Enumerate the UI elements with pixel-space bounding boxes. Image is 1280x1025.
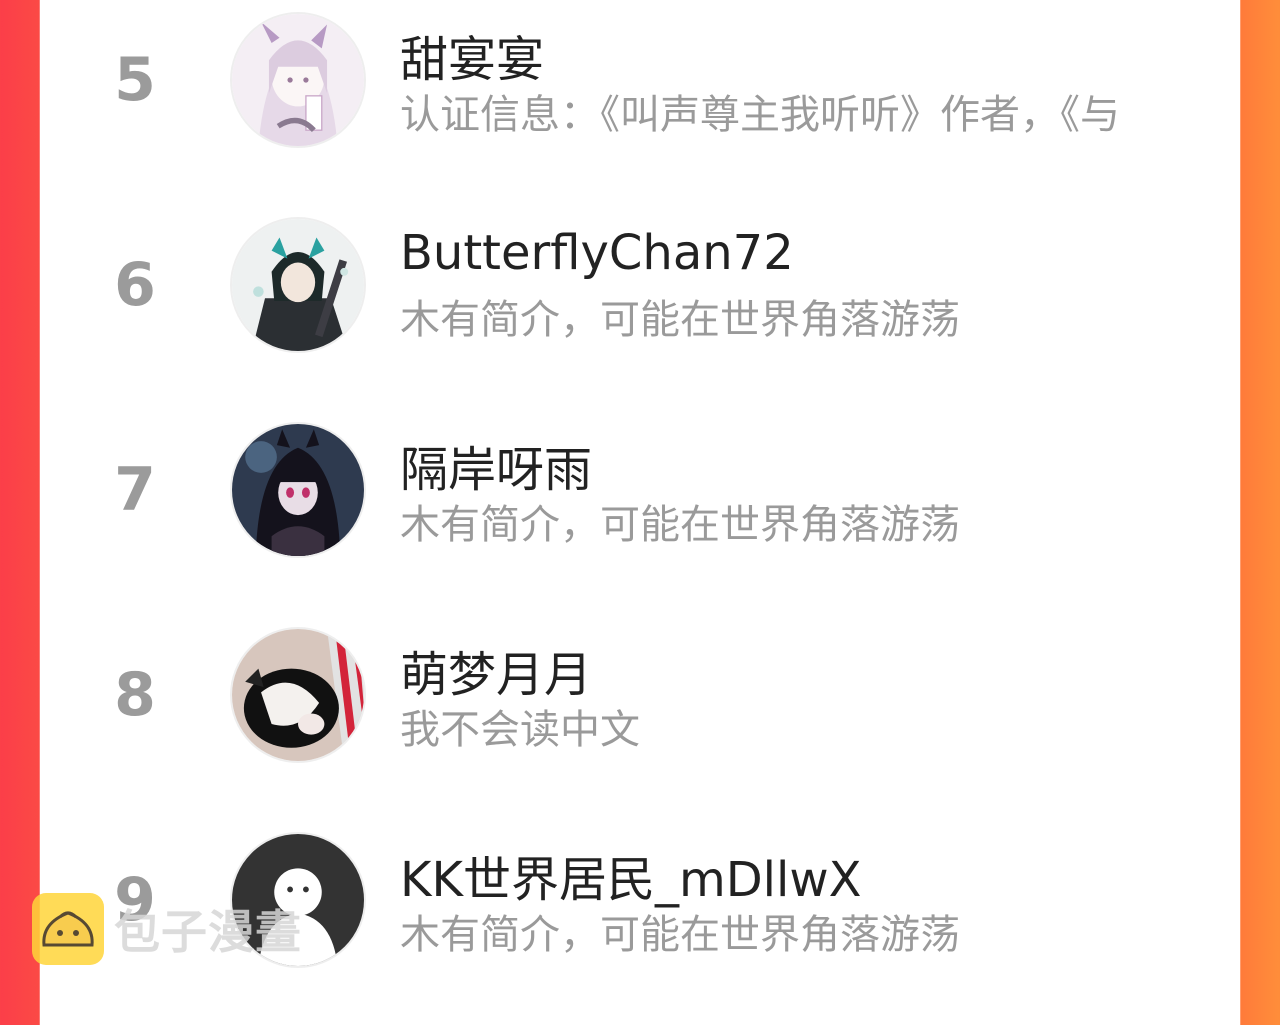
- rank-number: 7: [114, 455, 156, 525]
- anime-boy-avatar-icon[interactable]: [230, 217, 366, 353]
- cat-photo-avatar-icon[interactable]: [230, 627, 366, 763]
- ranking-list: 5 甜宴宴 认证信息：《叫声尊主我听听》作者，《与 6 ButterflyCha…: [40, 0, 1240, 999]
- user-name[interactable]: ButterflyChan72: [400, 225, 794, 281]
- list-item[interactable]: 5 甜宴宴 认证信息：《叫声尊主我听听》作者，《与: [40, 0, 1240, 205]
- dark-hair-girl-avatar-icon[interactable]: [230, 422, 366, 558]
- user-bio: 我不会读中文: [400, 707, 640, 753]
- list-item[interactable]: 6 ButterflyChan72 木有简介，可能在世界角落游荡: [40, 205, 1240, 410]
- anime-girl-avatar-icon[interactable]: [230, 12, 366, 148]
- bun-logo-icon: [32, 893, 104, 965]
- rank-number: 6: [114, 250, 156, 320]
- user-bio: 认证信息：《叫声尊主我听听》作者，《与: [400, 92, 1120, 138]
- user-name[interactable]: 隔岸呀雨: [400, 430, 592, 500]
- user-bio: 木有简介，可能在世界角落游荡: [400, 502, 960, 548]
- user-name[interactable]: KK世界居民_mDllwX: [400, 840, 862, 910]
- watermark-text: 包子漫畫: [114, 905, 302, 959]
- rank-number: 5: [114, 45, 156, 115]
- list-item[interactable]: 7 隔岸呀雨 木有简介，可能在世界角落游荡: [40, 410, 1240, 615]
- user-name[interactable]: 甜宴宴: [400, 20, 544, 90]
- user-bio: 木有简介，可能在世界角落游荡: [400, 912, 960, 958]
- watermark: 包子漫畫: [32, 893, 302, 965]
- list-item[interactable]: 8 萌梦月月 我不会读中文: [40, 615, 1240, 820]
- rank-number: 8: [114, 660, 156, 730]
- user-bio: 木有简介，可能在世界角落游荡: [400, 297, 960, 343]
- user-name[interactable]: 萌梦月月: [400, 635, 592, 705]
